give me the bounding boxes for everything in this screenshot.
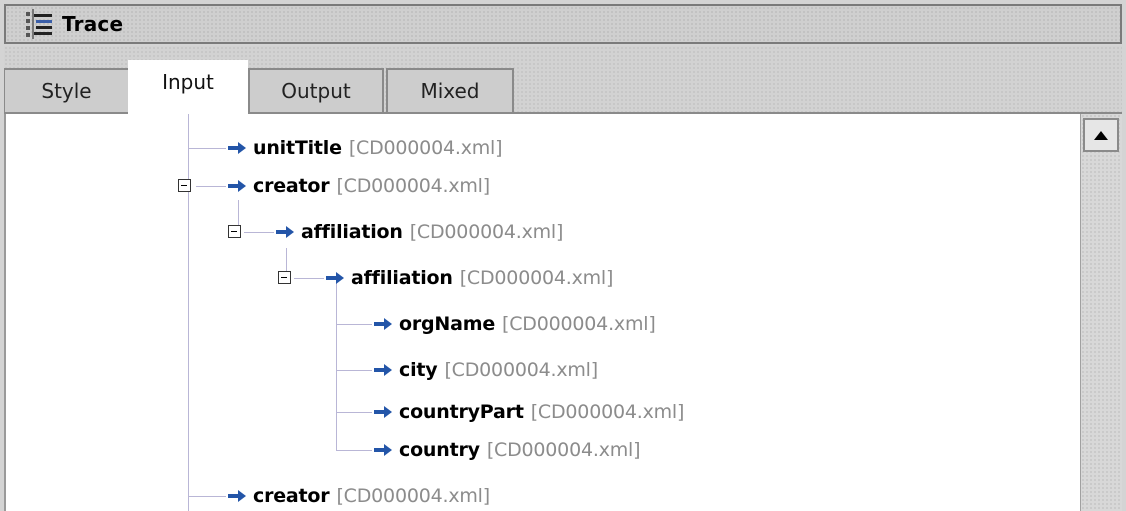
scroll-up-button[interactable] [1083,118,1119,152]
node-file: [CD000004.xml] [502,313,656,335]
node-file: [CD000004.xml] [459,267,614,289]
node-name: creator [253,175,330,197]
tree-node[interactable]: unitTitle [CD000004.xml] [227,133,503,163]
trace-window: Trace Style Input Output Mixed unitTitle… [0,0,1126,511]
arrow-right-icon [374,318,392,330]
collapse-toggle-creator[interactable] [178,179,191,192]
tree-line [188,148,226,149]
trace-tree[interactable]: unitTitle [CD000004.xml] creator [CD0000… [4,114,1080,511]
tree-node[interactable]: affiliation [CD000004.xml] [275,217,563,247]
tree-node[interactable]: creator [CD000004.xml] [227,171,490,201]
tree-node[interactable]: country [CD000004.xml] [373,435,641,465]
node-name: orgName [399,313,496,335]
tree-line [196,186,226,187]
tree-node[interactable]: creator [CD000004.xml] [227,481,490,511]
node-name: affiliation [351,267,453,289]
arrow-right-icon [228,142,246,154]
tree-line [188,496,226,497]
tab-input[interactable]: Input [128,60,248,114]
tree-line [244,232,274,233]
tree-node[interactable]: city [CD000004.xml] [373,355,598,385]
node-file: [CD000004.xml] [336,485,490,507]
arrow-right-icon [228,490,246,502]
arrow-right-icon [326,272,344,284]
node-file: [CD000004.xml] [336,175,490,197]
tree-line [336,324,372,325]
tree-node[interactable]: affiliation [CD000004.xml] [325,263,613,293]
tree-line [336,370,372,371]
tab-output[interactable]: Output [248,68,384,112]
node-file: [CD000004.xml] [409,221,564,243]
trace-icon [26,9,52,39]
node-file: [CD000004.xml] [444,359,598,381]
tree-line [336,450,372,451]
node-name: country [399,439,480,461]
tab-style[interactable]: Style [4,68,130,112]
node-file: [CD000004.xml] [486,439,641,461]
node-name: unitTitle [253,137,342,159]
vertical-scrollbar[interactable] [1080,114,1122,511]
tree-node[interactable]: orgName [CD000004.xml] [373,309,656,339]
tree-line [336,278,337,450]
arrow-right-icon [276,226,294,238]
node-name: affiliation [301,221,403,243]
tree-line [336,412,372,413]
tab-strip: Style Input Output Mixed [4,46,1122,114]
chevron-up-icon [1094,130,1108,140]
collapse-toggle-affiliation-nested[interactable] [278,271,291,284]
arrow-right-icon [374,444,392,456]
tab-mixed[interactable]: Mixed [386,68,514,112]
node-name: city [399,359,438,381]
window-title: Trace [62,12,124,36]
node-file: [CD000004.xml] [530,401,685,423]
node-file: [CD000004.xml] [348,137,503,159]
arrow-right-icon [228,180,246,192]
content-panel: unitTitle [CD000004.xml] creator [CD0000… [4,112,1122,511]
node-name: countryPart [399,401,524,423]
arrow-right-icon [374,364,392,376]
tree-line [294,278,324,279]
tree-node[interactable]: countryPart [CD000004.xml] [373,397,684,427]
collapse-toggle-affiliation[interactable] [228,225,241,238]
node-name: creator [253,485,330,507]
title-bar[interactable]: Trace [4,4,1122,44]
tree-line [188,114,189,511]
arrow-right-icon [374,406,392,418]
